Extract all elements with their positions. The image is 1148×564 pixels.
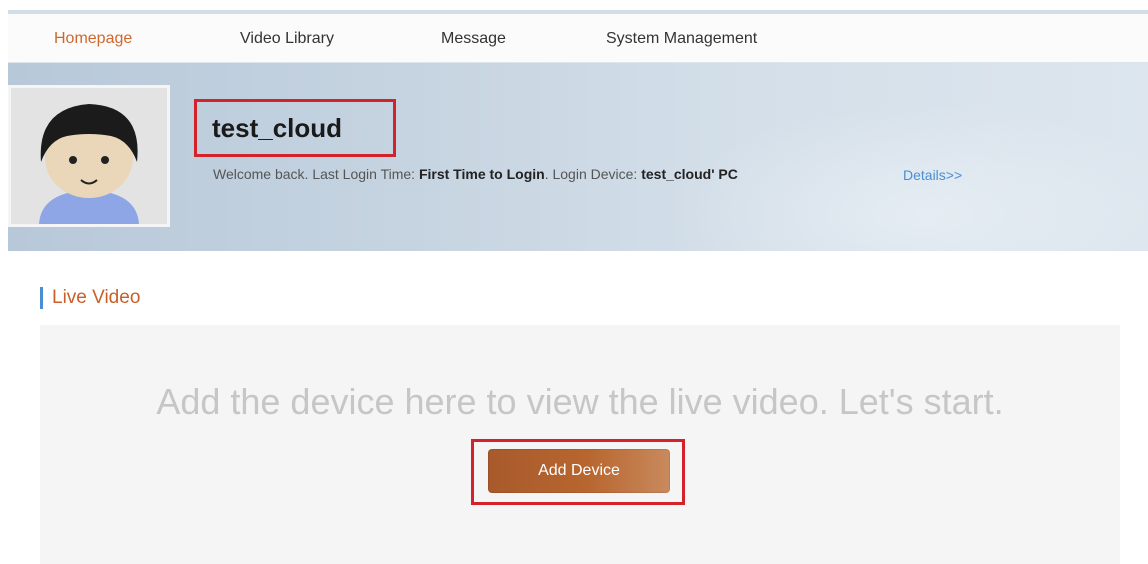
nav-homepage[interactable]: Homepage (54, 30, 132, 48)
top-nav: Homepage Video Library Message System Ma… (8, 14, 1148, 63)
username: test_cloud (212, 113, 343, 143)
login-device: test_cloud' PC (641, 166, 738, 182)
avatar-icon (11, 88, 167, 224)
nav-video-library[interactable]: Video Library (240, 30, 334, 48)
live-video-panel: Add the device here to view the live vid… (40, 325, 1120, 564)
empty-state-message: Add the device here to view the live vid… (156, 381, 1004, 422)
device-prefix: . Login Device: (544, 166, 638, 182)
avatar (8, 85, 170, 227)
nav-message[interactable]: Message (441, 30, 506, 48)
add-device-button[interactable]: Add Device (488, 449, 670, 493)
profile-banner: test_cloud Welcome back. Last Login Time… (8, 63, 1148, 251)
welcome-prefix: Welcome back. Last Login Time: (213, 166, 416, 182)
welcome-text: Welcome back. Last Login Time: First Tim… (213, 166, 738, 182)
details-link[interactable]: Details>> (903, 167, 962, 183)
section-title-live-video: Live Video (40, 287, 140, 309)
nav-system-management[interactable]: System Management (606, 30, 757, 48)
last-login-time: First Time to Login (418, 166, 545, 182)
